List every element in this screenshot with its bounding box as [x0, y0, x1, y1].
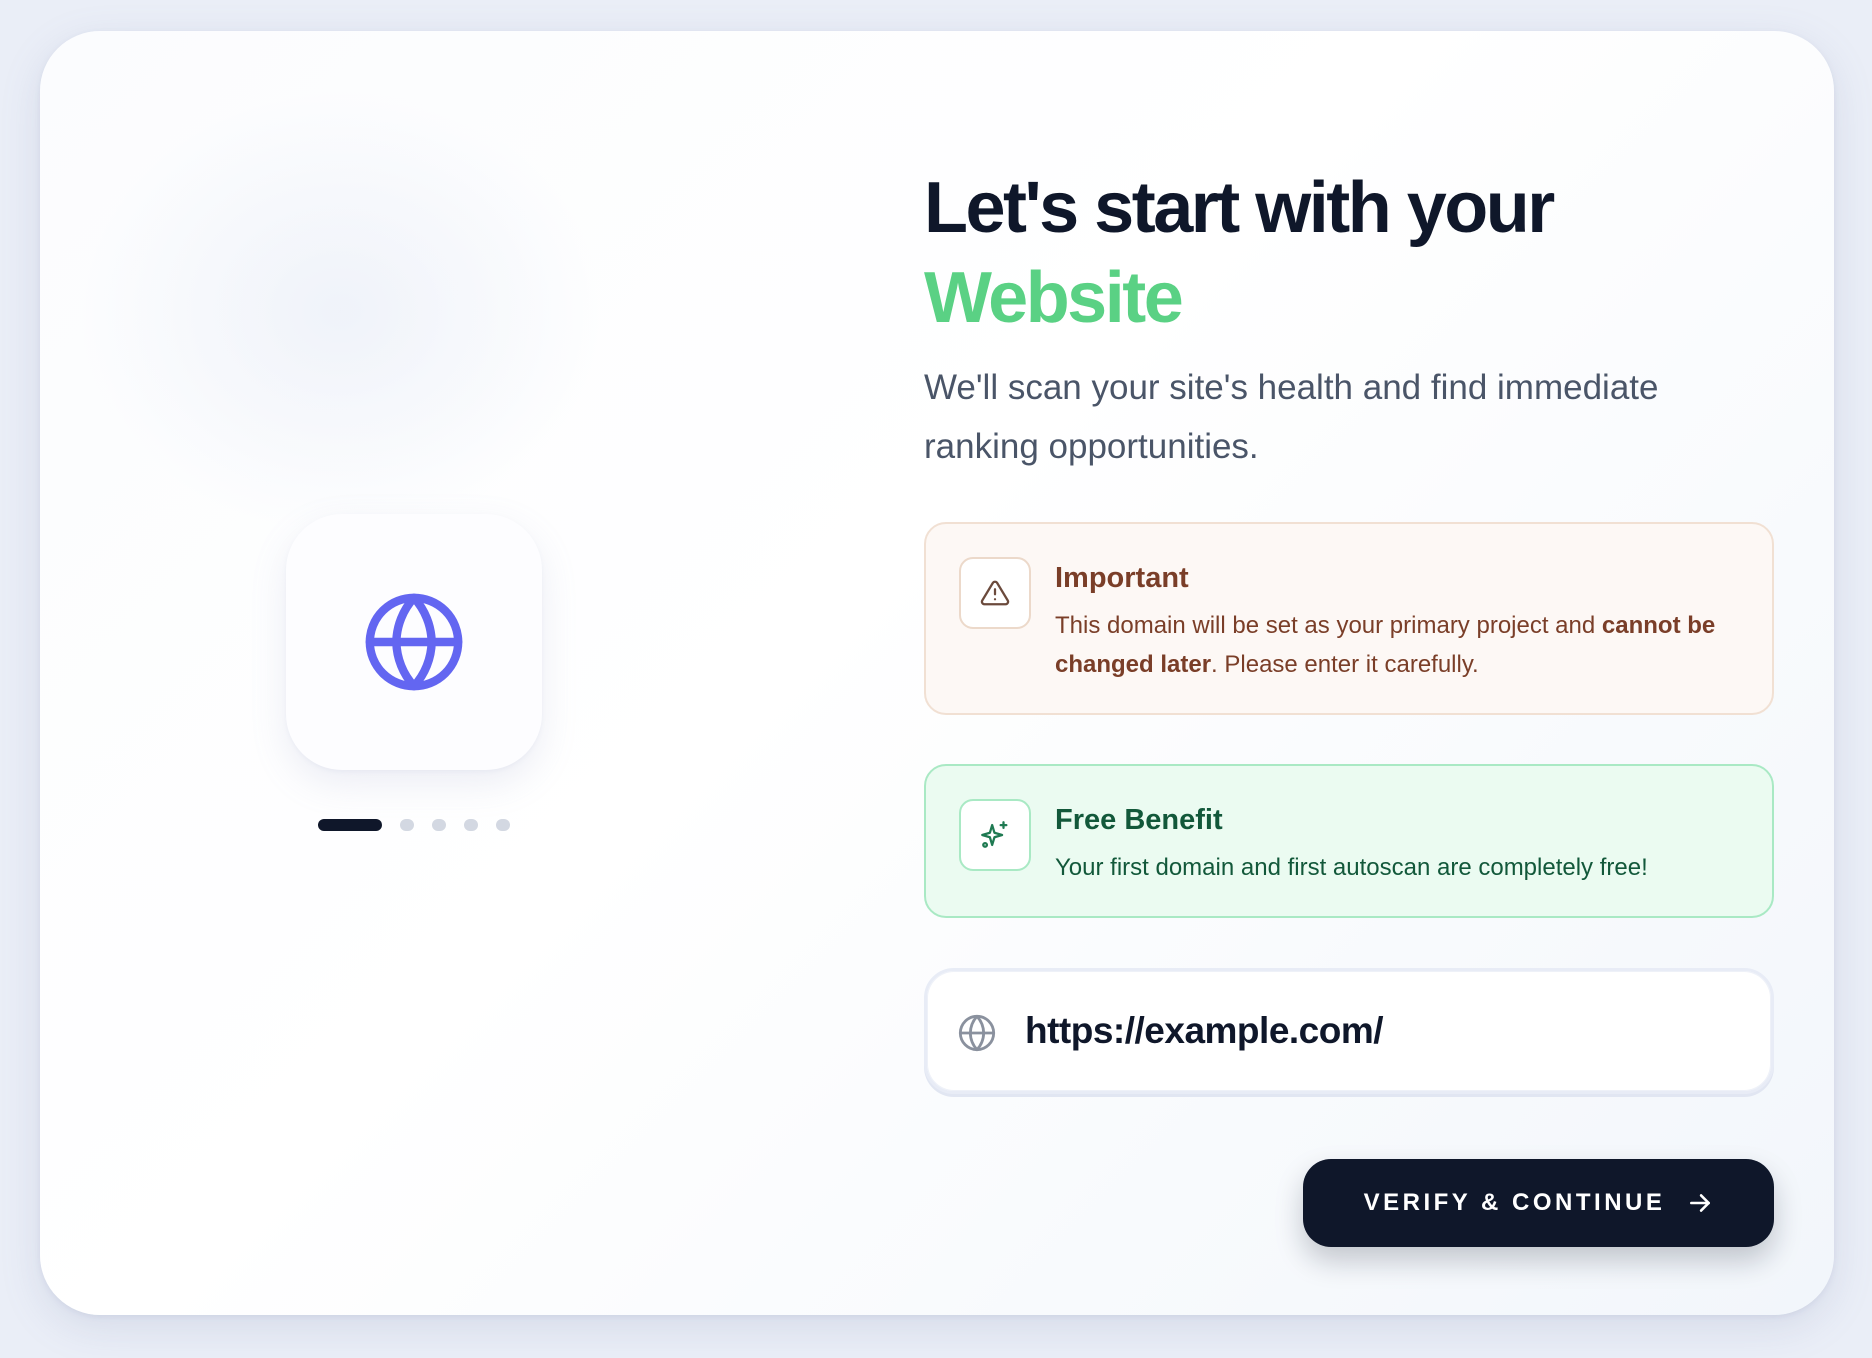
important-text-start: This domain will be set as your primary … [1055, 612, 1602, 639]
benefit-text: Your first domain and first autoscan are… [1055, 854, 1648, 881]
benefit-title: Free Benefit [1055, 804, 1223, 836]
website-url-input[interactable] [1025, 1001, 1725, 1061]
website-url-field[interactable] [924, 968, 1774, 1094]
free-benefit-notice: Free Benefit Your first domain and first… [924, 764, 1774, 918]
arrow-right-icon [1690, 1194, 1711, 1212]
globe-icon [365, 593, 463, 691]
title-accent: Website [924, 258, 1184, 338]
benefit-icon-box [959, 799, 1031, 871]
step-dot[interactable] [464, 819, 478, 831]
step-dot-active[interactable] [318, 819, 382, 831]
step-indicator [318, 818, 510, 832]
important-notice: Important This domain will be set as you… [924, 522, 1774, 715]
important-title: Important [1055, 562, 1189, 594]
onboarding-card: Let's start with your Website We'll scan… [40, 31, 1834, 1315]
page-title: Let's start with your Website [924, 163, 1824, 343]
globe-icon [958, 1014, 996, 1052]
warning-triangle-icon [980, 580, 1010, 606]
website-illustration-tile [286, 514, 542, 770]
step-dot[interactable] [400, 819, 414, 831]
verify-continue-label: VERIFY & CONTINUE [1363, 1189, 1666, 1216]
step-dot[interactable] [432, 819, 446, 831]
sparkles-icon [981, 821, 1008, 848]
page-subtitle: We'll scan your site's health and find i… [924, 368, 1659, 466]
title-line: Let's start with your [924, 168, 1555, 248]
important-icon-box [959, 557, 1031, 629]
step-dot[interactable] [496, 819, 510, 831]
important-text-end: . Please enter it carefully. [1211, 651, 1479, 678]
verify-continue-button[interactable]: VERIFY & CONTINUE [1303, 1159, 1774, 1247]
important-text: This domain will be set as your primary … [1055, 606, 1755, 684]
